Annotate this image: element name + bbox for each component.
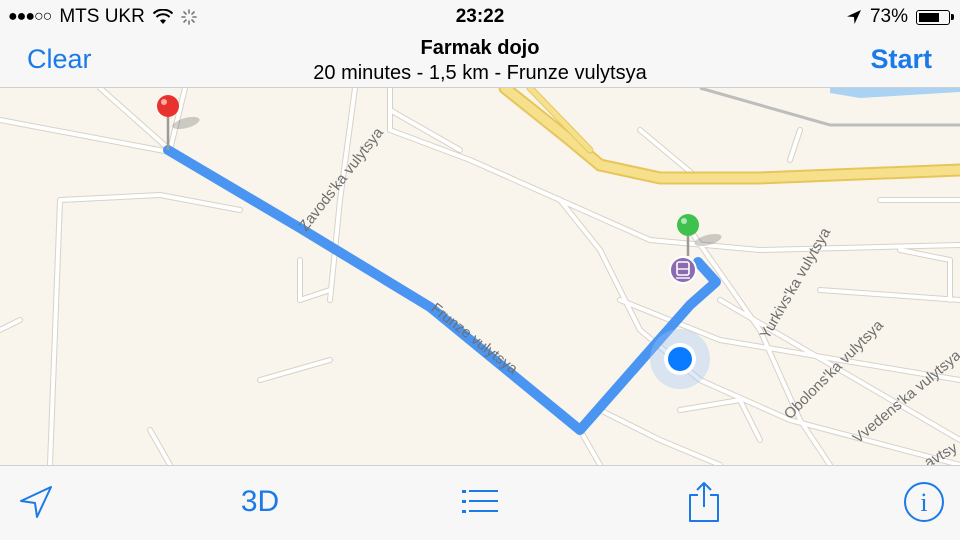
location-arrow-icon	[20, 486, 52, 518]
street-label-yurkivska: Yurkivs'ka vulytsya	[757, 224, 835, 342]
train-station-icon[interactable]	[669, 256, 697, 284]
start-button[interactable]: Start	[870, 44, 932, 75]
route-line	[163, 145, 721, 435]
status-right: 73%	[846, 6, 954, 28]
navigation-bar: Clear Farmak dojo 20 minutes - 1,5 km - …	[0, 34, 960, 88]
location-arrow-button[interactable]	[12, 482, 60, 522]
3d-toggle-button[interactable]: 3D	[236, 482, 284, 522]
share-icon	[689, 482, 719, 522]
current-location-icon[interactable]	[650, 329, 710, 389]
green-pin-icon[interactable]	[677, 214, 723, 256]
status-time: 23:22	[455, 6, 505, 27]
highway	[498, 88, 960, 185]
battery-icon	[916, 9, 954, 25]
route-title: Farmak dojo	[420, 37, 540, 59]
street-label-zavodska: Zavods'ka vulytsya	[296, 124, 388, 234]
water-area	[830, 88, 960, 98]
street-label-obolonska: Obolons'ka vulytsya	[781, 316, 887, 422]
list-icon	[462, 490, 498, 513]
battery-percent: 73%	[869, 6, 908, 27]
directions-list-button[interactable]	[456, 482, 504, 522]
svg-text:i: i	[920, 488, 927, 517]
minor-roads	[0, 88, 960, 465]
street-label-frunze: Frunze vulytsya	[428, 300, 522, 378]
map-canvas: Zavods'ka vulytsya Frunze vulytsya Yurki…	[0, 88, 960, 465]
bottom-toolbar: 3D i	[0, 465, 960, 540]
info-icon: i	[904, 482, 944, 522]
info-button[interactable]: i	[900, 482, 948, 522]
share-button[interactable]	[680, 482, 728, 522]
status-bar: ●●●○○ MTS UKR 23:22 73%	[0, 0, 960, 34]
battery-level	[919, 12, 939, 22]
location-services-icon	[846, 10, 861, 24]
map-view[interactable]: Zavods'ka vulytsya Frunze vulytsya Yurki…	[0, 88, 960, 465]
route-summary: 20 minutes - 1,5 km - Frunze vulytsya	[313, 62, 647, 84]
